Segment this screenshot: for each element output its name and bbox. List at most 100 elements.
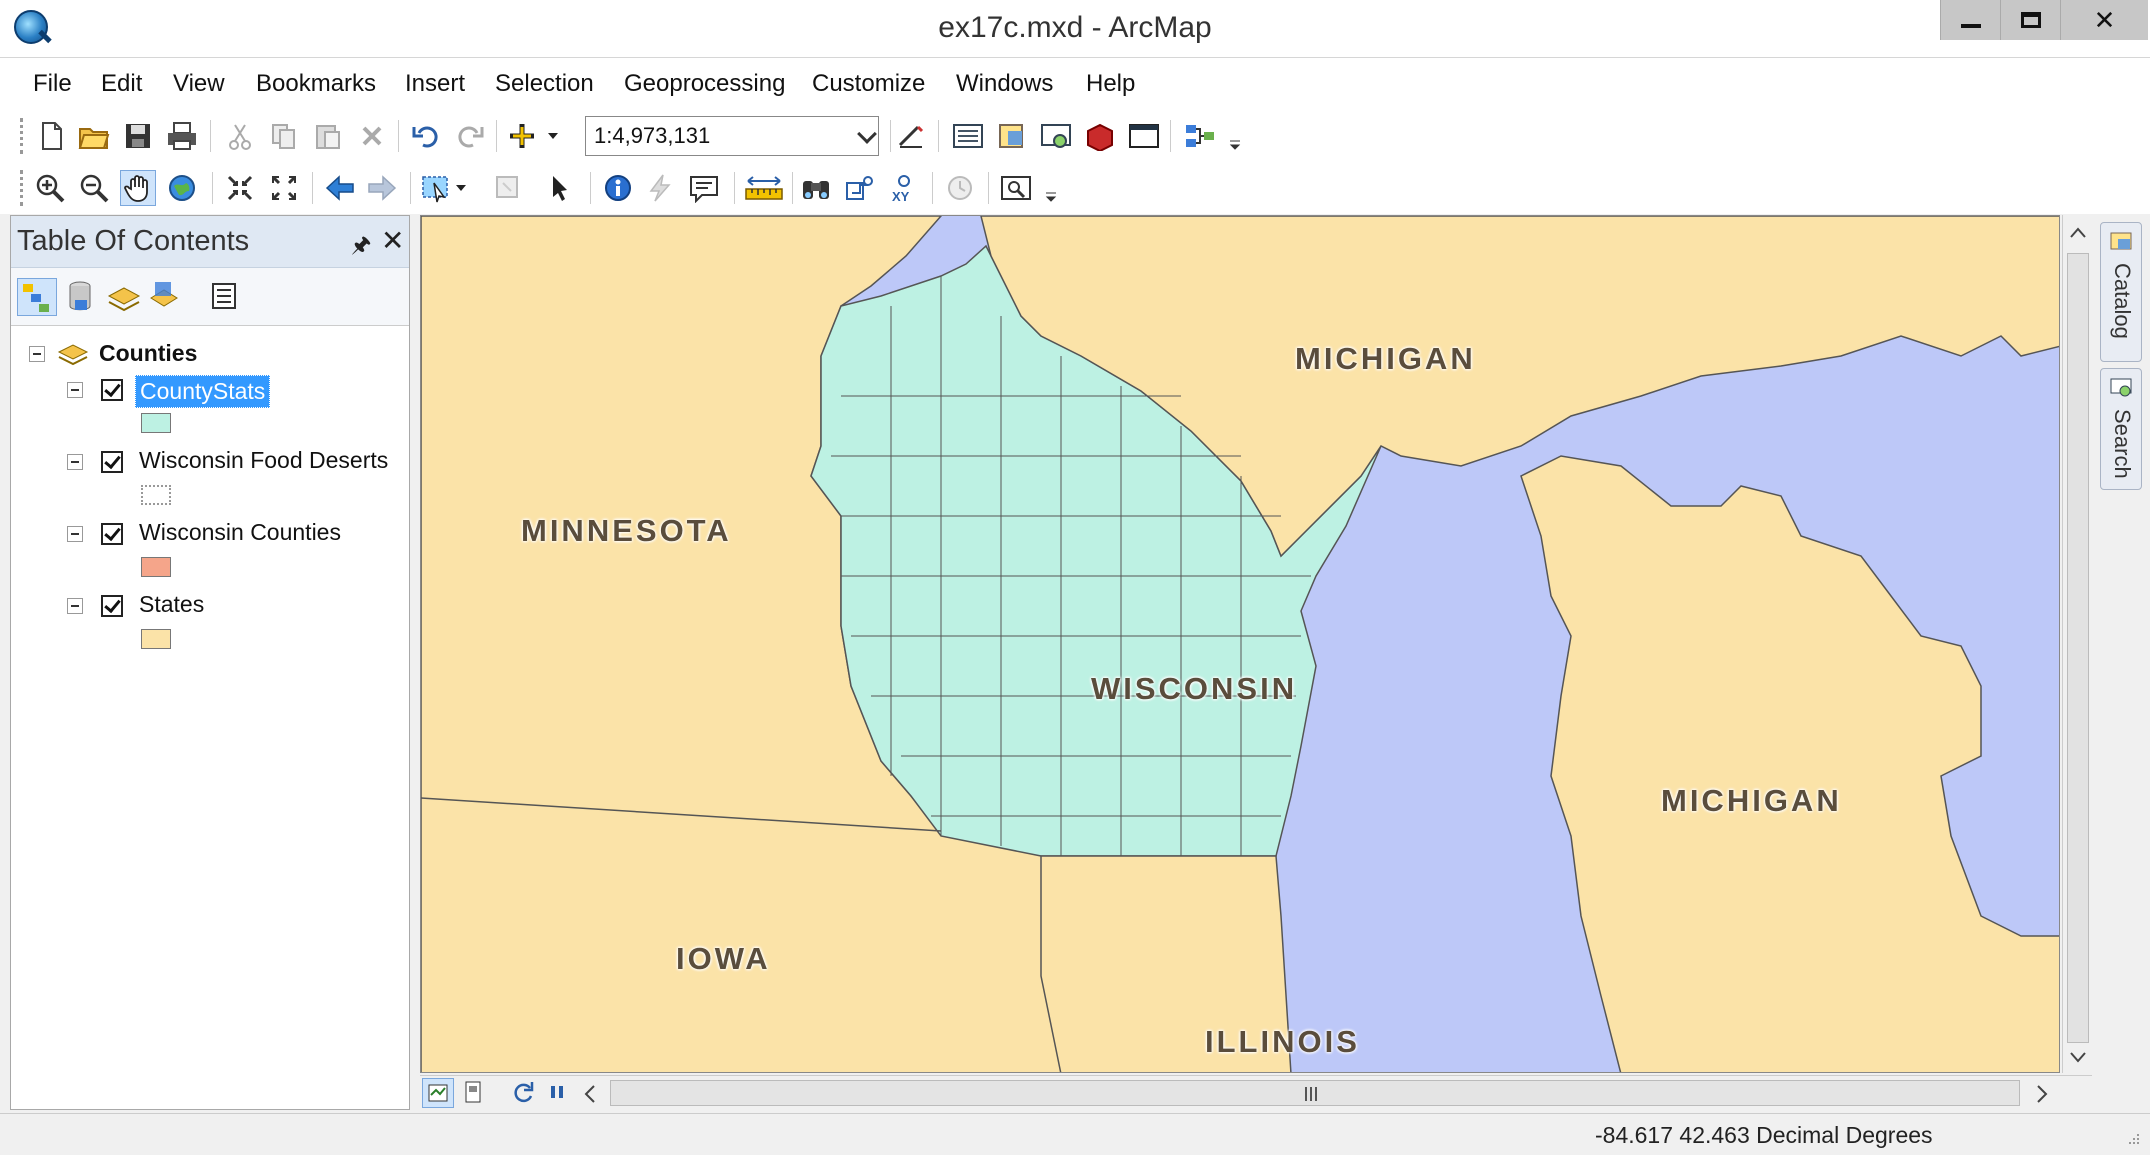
open-folder-icon[interactable] <box>76 118 112 154</box>
menu-customize[interactable]: Customize <box>812 70 925 98</box>
map-vertical-scrollbar[interactable] <box>2062 215 2092 1073</box>
clear-selection-icon[interactable] <box>490 170 526 206</box>
menu-bookmarks[interactable]: Bookmarks <box>256 70 376 98</box>
menu-selection[interactable]: Selection <box>495 70 594 98</box>
refresh-icon[interactable] <box>508 1078 538 1108</box>
minimize-button[interactable] <box>1940 0 2000 40</box>
vertical-scroll-thumb[interactable] <box>2067 253 2089 1043</box>
menu-file[interactable]: File <box>33 70 72 98</box>
delete-icon[interactable] <box>354 118 390 154</box>
collapse-layer-icon[interactable] <box>67 526 83 542</box>
search-side-tab[interactable]: Search <box>2100 368 2142 490</box>
close-icon[interactable]: ✕ <box>381 224 404 257</box>
toolbar-grip[interactable] <box>20 118 24 154</box>
redo-icon[interactable] <box>452 118 488 154</box>
collapse-layer-icon[interactable] <box>67 598 83 614</box>
layer-label-wisconsin-counties[interactable]: Wisconsin Counties <box>139 519 341 546</box>
forward-extent-icon[interactable] <box>364 170 400 206</box>
map-scale-combo[interactable]: 1:4,973,131 <box>585 116 879 156</box>
collapse-layer-icon[interactable] <box>67 382 83 398</box>
layer-label-food-deserts[interactable]: Wisconsin Food Deserts <box>139 447 388 474</box>
toolbar-grip[interactable] <box>20 170 24 206</box>
menu-windows[interactable]: Windows <box>956 70 1053 98</box>
model-builder-icon[interactable] <box>1182 118 1218 154</box>
maximize-button[interactable] <box>2000 0 2060 40</box>
layer-visibility-checkbox[interactable] <box>101 595 123 617</box>
layer-swatch[interactable] <box>141 629 171 649</box>
layout-view-icon[interactable] <box>458 1078 490 1108</box>
pan-icon[interactable] <box>120 170 156 206</box>
zoom-out-icon[interactable] <box>76 170 112 206</box>
data-frame-label[interactable]: Counties <box>99 340 197 367</box>
html-popup-icon[interactable] <box>686 170 722 206</box>
pin-icon[interactable]: 🖈 <box>351 228 371 266</box>
fixed-zoom-out-icon[interactable] <box>266 170 302 206</box>
identify-icon[interactable] <box>600 170 636 206</box>
catalog-icon[interactable] <box>994 118 1030 154</box>
full-extent-icon[interactable] <box>164 170 200 206</box>
layer-visibility-checkbox[interactable] <box>101 451 123 473</box>
find-route-icon[interactable] <box>842 170 878 206</box>
editor-icon[interactable] <box>894 118 930 154</box>
layer-label-countystats[interactable]: CountyStats <box>135 375 271 408</box>
menu-view[interactable]: View <box>173 70 225 98</box>
search-window-icon[interactable] <box>1038 118 1074 154</box>
find-icon[interactable] <box>798 170 834 206</box>
map-view[interactable]: MICHIGAN MINNESOTA WISCONSIN MICHIGAN IO… <box>420 215 2060 1073</box>
resize-grip-icon[interactable] <box>2120 1128 2140 1148</box>
save-icon[interactable] <box>120 118 156 154</box>
close-button[interactable]: ✕ <box>2060 0 2148 40</box>
cut-icon[interactable] <box>222 118 258 154</box>
table-of-contents-panel: Table Of Contents 🖈 ✕ Counties CountySta… <box>10 215 410 1110</box>
undo-icon[interactable] <box>408 118 444 154</box>
back-extent-icon[interactable] <box>322 170 358 206</box>
catalog-side-tab[interactable]: Catalog <box>2100 222 2142 362</box>
add-data-icon[interactable] <box>508 118 562 154</box>
layer-label-states[interactable]: States <box>139 591 204 618</box>
list-by-source-icon[interactable] <box>61 278 101 316</box>
toc-options-icon[interactable] <box>205 278 245 316</box>
data-view-icon[interactable] <box>422 1078 454 1108</box>
hyperlink-icon[interactable] <box>642 170 678 206</box>
toolbar-options-icon[interactable] <box>1042 170 1060 206</box>
fixed-zoom-in-icon[interactable] <box>222 170 258 206</box>
python-icon[interactable] <box>1126 118 1162 154</box>
menu-insert[interactable]: Insert <box>405 70 465 98</box>
horizontal-scroll-thumb[interactable] <box>610 1080 2020 1106</box>
arctoolbox-icon[interactable] <box>1082 118 1118 154</box>
layer-swatch[interactable] <box>141 485 171 505</box>
layer-swatch[interactable] <box>141 557 171 577</box>
layer-visibility-checkbox[interactable] <box>101 523 123 545</box>
scroll-down-icon[interactable] <box>2069 1049 2087 1065</box>
scroll-up-icon[interactable] <box>2069 225 2087 241</box>
collapse-data-frame-icon[interactable] <box>29 346 45 362</box>
menu-edit[interactable]: Edit <box>101 70 142 98</box>
collapse-layer-icon[interactable] <box>67 454 83 470</box>
list-by-visibility-icon[interactable] <box>105 278 145 316</box>
select-features-icon[interactable] <box>420 170 472 206</box>
measure-icon[interactable] <box>744 170 784 206</box>
menu-geoprocessing[interactable]: Geoprocessing <box>624 70 785 98</box>
list-by-selection-icon[interactable] <box>145 278 185 316</box>
time-slider-icon[interactable] <box>942 170 978 206</box>
layer-swatch[interactable] <box>141 413 171 433</box>
paste-icon[interactable] <box>310 118 346 154</box>
scroll-right-icon[interactable] <box>2032 1084 2050 1104</box>
menu-help[interactable]: Help <box>1086 70 1135 98</box>
copy-icon[interactable] <box>266 118 302 154</box>
select-elements-icon[interactable] <box>542 170 578 206</box>
new-document-icon[interactable] <box>34 118 70 154</box>
scroll-left-icon[interactable] <box>582 1084 600 1104</box>
cursor-coordinates: -84.617 42.463 Decimal Degrees <box>1595 1122 1933 1148</box>
toolbar-options-icon[interactable] <box>1226 118 1244 154</box>
table-of-contents-icon[interactable] <box>950 118 986 154</box>
arcmap-window: ex17c.mxd - ArcMap ✕ File Edit View Book… <box>0 0 2150 1155</box>
list-by-drawing-order-icon[interactable] <box>17 278 57 316</box>
pause-drawing-icon[interactable] <box>542 1078 572 1108</box>
print-icon[interactable] <box>164 118 200 154</box>
menu-bar: File Edit View Bookmarks Insert Selectio… <box>0 58 2150 110</box>
magnifier-window-icon[interactable] <box>998 170 1034 206</box>
go-to-xy-icon[interactable]: XY <box>886 170 922 206</box>
layer-visibility-checkbox[interactable] <box>101 379 123 401</box>
zoom-in-icon[interactable] <box>32 170 68 206</box>
